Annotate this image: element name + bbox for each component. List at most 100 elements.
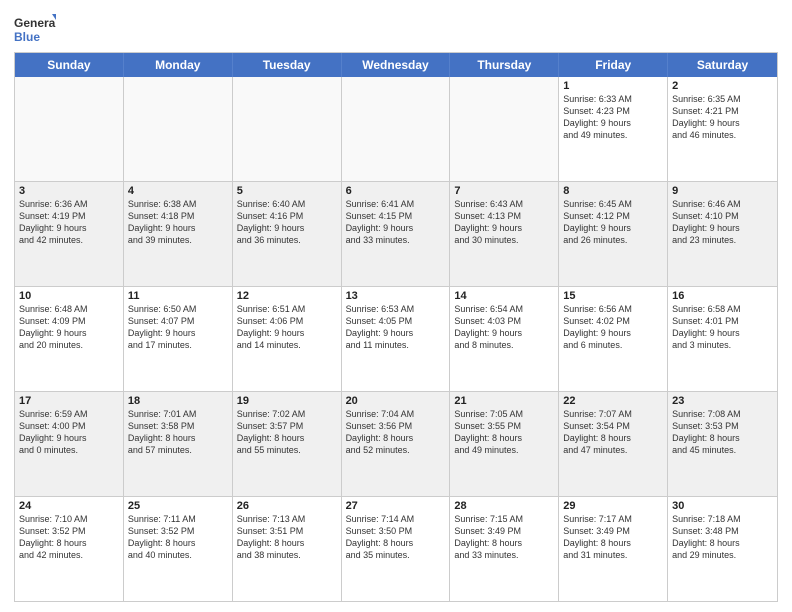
day-number: 15 <box>563 290 663 302</box>
logo: General Blue <box>14 14 56 46</box>
cal-cell: 6Sunrise: 6:41 AM Sunset: 4:15 PM Daylig… <box>342 182 451 286</box>
day-info: Sunrise: 6:58 AM Sunset: 4:01 PM Dayligh… <box>672 303 773 352</box>
day-number: 7 <box>454 185 554 197</box>
day-info: Sunrise: 7:13 AM Sunset: 3:51 PM Dayligh… <box>237 513 337 562</box>
cal-cell <box>233 77 342 181</box>
day-info: Sunrise: 7:05 AM Sunset: 3:55 PM Dayligh… <box>454 408 554 457</box>
day-info: Sunrise: 7:18 AM Sunset: 3:48 PM Dayligh… <box>672 513 773 562</box>
cal-cell: 28Sunrise: 7:15 AM Sunset: 3:49 PM Dayli… <box>450 497 559 601</box>
cal-cell: 17Sunrise: 6:59 AM Sunset: 4:00 PM Dayli… <box>15 392 124 496</box>
day-info: Sunrise: 7:15 AM Sunset: 3:49 PM Dayligh… <box>454 513 554 562</box>
day-info: Sunrise: 6:50 AM Sunset: 4:07 PM Dayligh… <box>128 303 228 352</box>
day-number: 21 <box>454 395 554 407</box>
day-number: 14 <box>454 290 554 302</box>
day-info: Sunrise: 6:46 AM Sunset: 4:10 PM Dayligh… <box>672 198 773 247</box>
day-info: Sunrise: 6:43 AM Sunset: 4:13 PM Dayligh… <box>454 198 554 247</box>
day-number: 16 <box>672 290 773 302</box>
day-info: Sunrise: 7:11 AM Sunset: 3:52 PM Dayligh… <box>128 513 228 562</box>
header-cell-monday: Monday <box>124 53 233 77</box>
day-number: 18 <box>128 395 228 407</box>
day-number: 17 <box>19 395 119 407</box>
cal-cell: 5Sunrise: 6:40 AM Sunset: 4:16 PM Daylig… <box>233 182 342 286</box>
day-number: 9 <box>672 185 773 197</box>
cal-cell: 14Sunrise: 6:54 AM Sunset: 4:03 PM Dayli… <box>450 287 559 391</box>
day-number: 10 <box>19 290 119 302</box>
calendar-row-1: 1Sunrise: 6:33 AM Sunset: 4:23 PM Daylig… <box>15 77 777 181</box>
cal-cell <box>15 77 124 181</box>
day-info: Sunrise: 6:59 AM Sunset: 4:00 PM Dayligh… <box>19 408 119 457</box>
cal-cell: 30Sunrise: 7:18 AM Sunset: 3:48 PM Dayli… <box>668 497 777 601</box>
cal-cell: 29Sunrise: 7:17 AM Sunset: 3:49 PM Dayli… <box>559 497 668 601</box>
cal-cell <box>124 77 233 181</box>
day-number: 22 <box>563 395 663 407</box>
header-cell-sunday: Sunday <box>15 53 124 77</box>
header-cell-tuesday: Tuesday <box>233 53 342 77</box>
day-info: Sunrise: 6:45 AM Sunset: 4:12 PM Dayligh… <box>563 198 663 247</box>
day-number: 27 <box>346 500 446 512</box>
cal-cell: 11Sunrise: 6:50 AM Sunset: 4:07 PM Dayli… <box>124 287 233 391</box>
cal-cell: 21Sunrise: 7:05 AM Sunset: 3:55 PM Dayli… <box>450 392 559 496</box>
cal-cell: 15Sunrise: 6:56 AM Sunset: 4:02 PM Dayli… <box>559 287 668 391</box>
cal-cell: 7Sunrise: 6:43 AM Sunset: 4:13 PM Daylig… <box>450 182 559 286</box>
day-info: Sunrise: 7:02 AM Sunset: 3:57 PM Dayligh… <box>237 408 337 457</box>
day-info: Sunrise: 6:41 AM Sunset: 4:15 PM Dayligh… <box>346 198 446 247</box>
day-number: 25 <box>128 500 228 512</box>
cal-cell: 4Sunrise: 6:38 AM Sunset: 4:18 PM Daylig… <box>124 182 233 286</box>
day-info: Sunrise: 7:01 AM Sunset: 3:58 PM Dayligh… <box>128 408 228 457</box>
calendar-row-5: 24Sunrise: 7:10 AM Sunset: 3:52 PM Dayli… <box>15 496 777 601</box>
day-info: Sunrise: 6:51 AM Sunset: 4:06 PM Dayligh… <box>237 303 337 352</box>
day-number: 23 <box>672 395 773 407</box>
day-number: 3 <box>19 185 119 197</box>
cal-cell: 16Sunrise: 6:58 AM Sunset: 4:01 PM Dayli… <box>668 287 777 391</box>
day-info: Sunrise: 6:38 AM Sunset: 4:18 PM Dayligh… <box>128 198 228 247</box>
calendar-row-3: 10Sunrise: 6:48 AM Sunset: 4:09 PM Dayli… <box>15 286 777 391</box>
day-number: 11 <box>128 290 228 302</box>
header-cell-wednesday: Wednesday <box>342 53 451 77</box>
cal-cell: 20Sunrise: 7:04 AM Sunset: 3:56 PM Dayli… <box>342 392 451 496</box>
day-info: Sunrise: 6:54 AM Sunset: 4:03 PM Dayligh… <box>454 303 554 352</box>
calendar-row-2: 3Sunrise: 6:36 AM Sunset: 4:19 PM Daylig… <box>15 181 777 286</box>
calendar: SundayMondayTuesdayWednesdayThursdayFrid… <box>14 52 778 602</box>
day-info: Sunrise: 6:48 AM Sunset: 4:09 PM Dayligh… <box>19 303 119 352</box>
page: General Blue SundayMondayTuesdayWednesda… <box>0 0 792 612</box>
day-number: 1 <box>563 80 663 92</box>
cal-cell <box>450 77 559 181</box>
cal-cell: 22Sunrise: 7:07 AM Sunset: 3:54 PM Dayli… <box>559 392 668 496</box>
calendar-row-4: 17Sunrise: 6:59 AM Sunset: 4:00 PM Dayli… <box>15 391 777 496</box>
cal-cell: 10Sunrise: 6:48 AM Sunset: 4:09 PM Dayli… <box>15 287 124 391</box>
day-info: Sunrise: 6:33 AM Sunset: 4:23 PM Dayligh… <box>563 93 663 142</box>
day-info: Sunrise: 7:10 AM Sunset: 3:52 PM Dayligh… <box>19 513 119 562</box>
day-number: 19 <box>237 395 337 407</box>
day-info: Sunrise: 6:35 AM Sunset: 4:21 PM Dayligh… <box>672 93 773 142</box>
day-info: Sunrise: 7:14 AM Sunset: 3:50 PM Dayligh… <box>346 513 446 562</box>
day-number: 8 <box>563 185 663 197</box>
day-number: 26 <box>237 500 337 512</box>
day-number: 2 <box>672 80 773 92</box>
day-number: 6 <box>346 185 446 197</box>
cal-cell: 26Sunrise: 7:13 AM Sunset: 3:51 PM Dayli… <box>233 497 342 601</box>
day-number: 24 <box>19 500 119 512</box>
svg-text:General: General <box>14 16 56 30</box>
day-info: Sunrise: 7:17 AM Sunset: 3:49 PM Dayligh… <box>563 513 663 562</box>
day-number: 29 <box>563 500 663 512</box>
svg-text:Blue: Blue <box>14 30 40 44</box>
logo-svg: General Blue <box>14 14 56 46</box>
cal-cell: 8Sunrise: 6:45 AM Sunset: 4:12 PM Daylig… <box>559 182 668 286</box>
header-cell-saturday: Saturday <box>668 53 777 77</box>
day-number: 28 <box>454 500 554 512</box>
day-info: Sunrise: 7:08 AM Sunset: 3:53 PM Dayligh… <box>672 408 773 457</box>
cal-cell: 12Sunrise: 6:51 AM Sunset: 4:06 PM Dayli… <box>233 287 342 391</box>
cal-cell: 24Sunrise: 7:10 AM Sunset: 3:52 PM Dayli… <box>15 497 124 601</box>
day-number: 4 <box>128 185 228 197</box>
day-info: Sunrise: 7:07 AM Sunset: 3:54 PM Dayligh… <box>563 408 663 457</box>
cal-cell: 27Sunrise: 7:14 AM Sunset: 3:50 PM Dayli… <box>342 497 451 601</box>
day-number: 20 <box>346 395 446 407</box>
cal-cell: 3Sunrise: 6:36 AM Sunset: 4:19 PM Daylig… <box>15 182 124 286</box>
header-cell-thursday: Thursday <box>450 53 559 77</box>
day-info: Sunrise: 6:40 AM Sunset: 4:16 PM Dayligh… <box>237 198 337 247</box>
header-cell-friday: Friday <box>559 53 668 77</box>
day-info: Sunrise: 6:53 AM Sunset: 4:05 PM Dayligh… <box>346 303 446 352</box>
day-info: Sunrise: 6:36 AM Sunset: 4:19 PM Dayligh… <box>19 198 119 247</box>
cal-cell: 2Sunrise: 6:35 AM Sunset: 4:21 PM Daylig… <box>668 77 777 181</box>
calendar-header: SundayMondayTuesdayWednesdayThursdayFrid… <box>15 53 777 77</box>
